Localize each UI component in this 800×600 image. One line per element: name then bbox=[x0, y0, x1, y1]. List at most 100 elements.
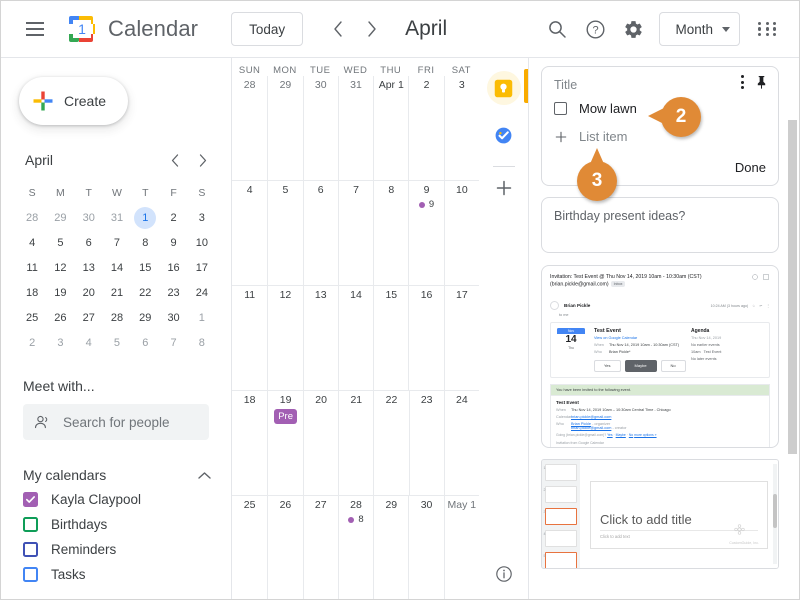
mini-day[interactable]: 9 bbox=[159, 231, 187, 254]
search-icon[interactable] bbox=[538, 10, 576, 48]
keep-note-card-2[interactable]: Birthday present ideas? bbox=[541, 197, 779, 253]
month-day-cell[interactable]: May 1 bbox=[443, 496, 479, 599]
mini-day[interactable]: 18 bbox=[18, 281, 46, 304]
month-day-cell[interactable]: 11 bbox=[232, 286, 267, 390]
calendar-event[interactable]: 9 bbox=[409, 199, 443, 210]
month-day-cell[interactable]: 15 bbox=[373, 286, 408, 390]
month-day-cell[interactable]: 16 bbox=[408, 286, 443, 390]
keep-panel-scrollbar-track[interactable] bbox=[788, 116, 797, 599]
mini-day[interactable]: 7 bbox=[159, 331, 187, 354]
hamburger-icon[interactable] bbox=[15, 9, 55, 49]
mini-day[interactable]: 16 bbox=[159, 256, 187, 279]
mini-day[interactable]: 19 bbox=[46, 281, 74, 304]
chevron-left-icon[interactable] bbox=[321, 12, 355, 46]
today-button[interactable]: Today bbox=[231, 12, 304, 46]
calendar-checkbox[interactable] bbox=[23, 567, 38, 582]
mini-day[interactable]: 3 bbox=[46, 331, 74, 354]
create-button[interactable]: Create bbox=[19, 77, 128, 125]
month-day-cell[interactable]: 18 bbox=[232, 391, 267, 495]
mini-day[interactable]: 27 bbox=[75, 306, 103, 329]
month-day-cell[interactable]: 2 bbox=[408, 76, 443, 180]
month-day-cell[interactable]: 26 bbox=[267, 496, 302, 599]
mini-day[interactable]: 6 bbox=[131, 331, 159, 354]
gear-icon[interactable] bbox=[614, 10, 652, 48]
mini-day[interactable]: 31 bbox=[103, 206, 131, 229]
month-day-cell[interactable]: 31 bbox=[337, 76, 373, 180]
calendar-event[interactable]: 8 bbox=[339, 514, 373, 525]
mini-day[interactable]: 10 bbox=[188, 231, 216, 254]
month-day-cell[interactable]: 27 bbox=[302, 496, 338, 599]
mini-day[interactable]: 8 bbox=[131, 231, 159, 254]
note-add-item[interactable]: List item bbox=[554, 129, 766, 144]
mini-day[interactable]: 13 bbox=[75, 256, 103, 279]
mini-day[interactable]: 1 bbox=[131, 206, 159, 229]
month-day-cell[interactable]: Apr 1 bbox=[373, 76, 408, 180]
month-day-cell[interactable]: 99 bbox=[408, 181, 443, 285]
mini-day[interactable]: 8 bbox=[188, 331, 216, 354]
mini-day[interactable]: 4 bbox=[18, 231, 46, 254]
month-day-cell[interactable]: 6 bbox=[302, 181, 338, 285]
month-day-cell[interactable]: 28 8 bbox=[337, 496, 373, 599]
mini-day[interactable]: 29 bbox=[131, 306, 159, 329]
help-icon[interactable]: ? bbox=[576, 10, 614, 48]
calendar-checkbox[interactable] bbox=[23, 542, 38, 557]
calendar-row-kayla-claypool[interactable]: Kayla Claypool bbox=[23, 487, 213, 512]
more-vertical-icon[interactable] bbox=[741, 75, 744, 89]
month-day-cell[interactable]: 29 bbox=[267, 76, 302, 180]
month-day-cell[interactable]: 5 bbox=[267, 181, 302, 285]
mini-day[interactable]: 4 bbox=[75, 331, 103, 354]
calendar-checkbox[interactable] bbox=[23, 492, 38, 507]
pin-icon[interactable] bbox=[755, 75, 768, 89]
mini-day[interactable]: 29 bbox=[46, 206, 74, 229]
view-selector[interactable]: Month bbox=[659, 12, 740, 46]
mini-day[interactable]: 2 bbox=[159, 206, 187, 229]
slide-scrollbar-thumb[interactable] bbox=[773, 494, 777, 528]
add-app-plus-icon[interactable] bbox=[496, 180, 512, 201]
mini-day[interactable]: 14 bbox=[103, 256, 131, 279]
mini-day[interactable]: 30 bbox=[159, 306, 187, 329]
month-day-cell[interactable]: 23 bbox=[408, 391, 444, 495]
month-day-cell[interactable]: 30 bbox=[408, 496, 443, 599]
month-day-cell[interactable]: 12 bbox=[267, 286, 302, 390]
mini-day[interactable]: 28 bbox=[18, 206, 46, 229]
mini-day[interactable]: 25 bbox=[18, 306, 46, 329]
month-day-cell[interactable]: 24 bbox=[443, 391, 479, 495]
google-tasks-icon[interactable] bbox=[487, 118, 521, 152]
mini-day[interactable]: 21 bbox=[103, 281, 131, 304]
mini-day[interactable]: 12 bbox=[46, 256, 74, 279]
month-day-cell[interactable]: 10 bbox=[443, 181, 479, 285]
google-keep-icon[interactable] bbox=[486, 71, 521, 105]
apps-grid-icon[interactable] bbox=[749, 10, 787, 48]
mini-day[interactable]: 22 bbox=[131, 281, 159, 304]
mini-day[interactable]: 17 bbox=[188, 256, 216, 279]
month-day-cell[interactable]: 30 bbox=[302, 76, 338, 180]
calendar-row-reminders[interactable]: Reminders bbox=[23, 537, 213, 562]
note-title-placeholder[interactable]: Title bbox=[554, 78, 766, 92]
calendar-event[interactable]: Pre bbox=[274, 409, 297, 424]
mini-day[interactable]: 28 bbox=[103, 306, 131, 329]
month-day-cell[interactable]: 22 bbox=[373, 391, 408, 495]
search-people-input[interactable]: Search for people bbox=[23, 404, 209, 440]
month-day-cell[interactable]: 3 bbox=[443, 76, 479, 180]
month-day-cell[interactable]: 29 bbox=[373, 496, 408, 599]
mini-day[interactable]: 1 bbox=[188, 306, 216, 329]
mini-day[interactable]: 20 bbox=[75, 281, 103, 304]
month-day-cell[interactable]: 21 bbox=[338, 391, 373, 495]
mini-day[interactable]: 2 bbox=[18, 331, 46, 354]
month-day-cell[interactable]: 4 bbox=[232, 181, 267, 285]
mini-day[interactable]: 26 bbox=[46, 306, 74, 329]
keep-slide-screenshot-note[interactable]: 1 2 3 4 5 Click to add title Click to ad… bbox=[541, 459, 779, 569]
mini-day[interactable]: 3 bbox=[188, 206, 216, 229]
mini-day[interactable]: 5 bbox=[46, 231, 74, 254]
month-day-cell[interactable]: 19 Pre bbox=[267, 391, 303, 495]
mini-day[interactable]: 7 bbox=[103, 231, 131, 254]
chevron-right-icon[interactable] bbox=[355, 12, 389, 46]
info-icon[interactable] bbox=[495, 565, 513, 588]
calendar-checkbox[interactable] bbox=[23, 517, 38, 532]
mini-next-icon[interactable] bbox=[190, 147, 216, 173]
note-item-checkbox[interactable] bbox=[554, 102, 567, 115]
mini-day[interactable]: 5 bbox=[103, 331, 131, 354]
month-day-cell[interactable]: 20 bbox=[302, 391, 338, 495]
mini-day[interactable]: 24 bbox=[188, 281, 216, 304]
month-day-cell[interactable]: 8 bbox=[373, 181, 408, 285]
